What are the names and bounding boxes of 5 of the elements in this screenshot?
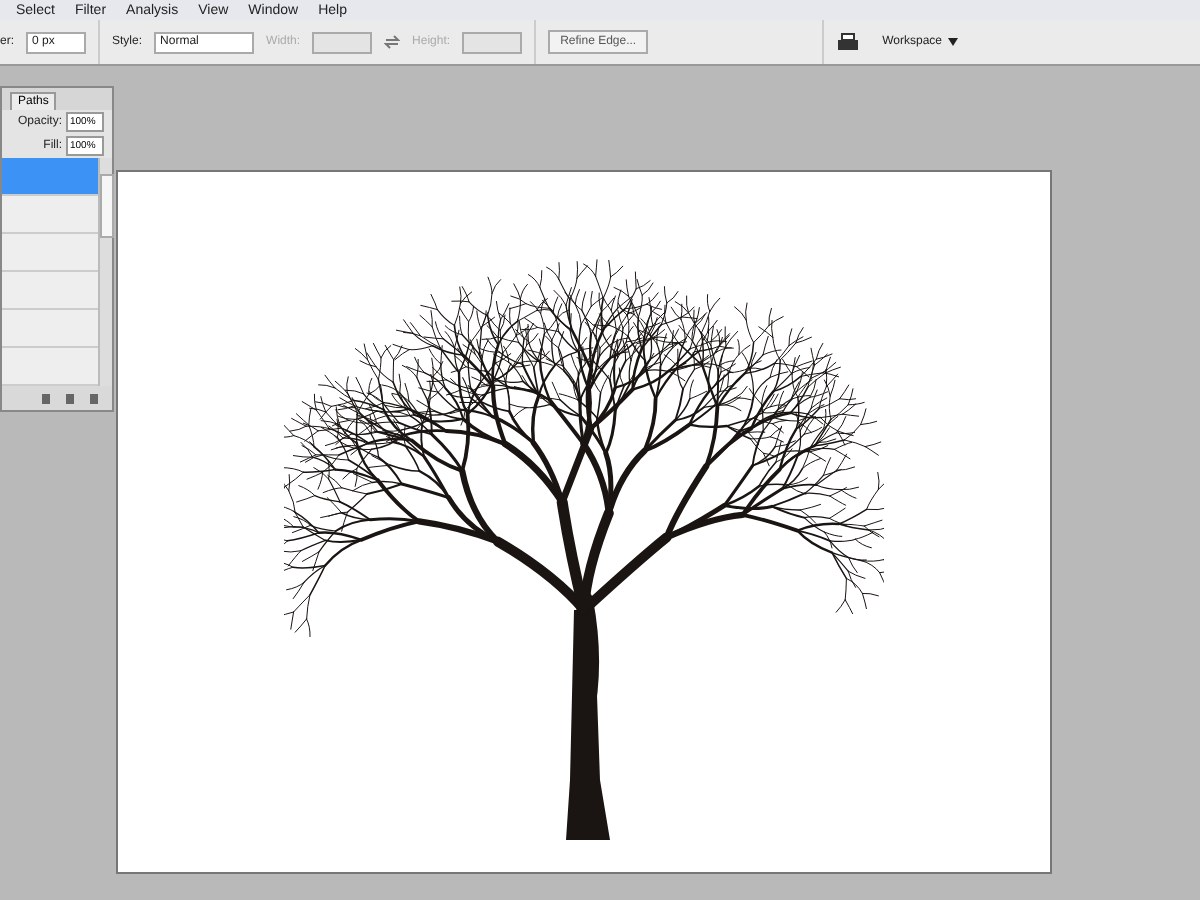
layer-row[interactable] bbox=[2, 158, 98, 197]
swap-icon[interactable] bbox=[384, 34, 401, 50]
scrollbar[interactable] bbox=[98, 158, 112, 387]
caret-icon bbox=[948, 38, 958, 46]
printer-icon[interactable] bbox=[836, 32, 861, 52]
